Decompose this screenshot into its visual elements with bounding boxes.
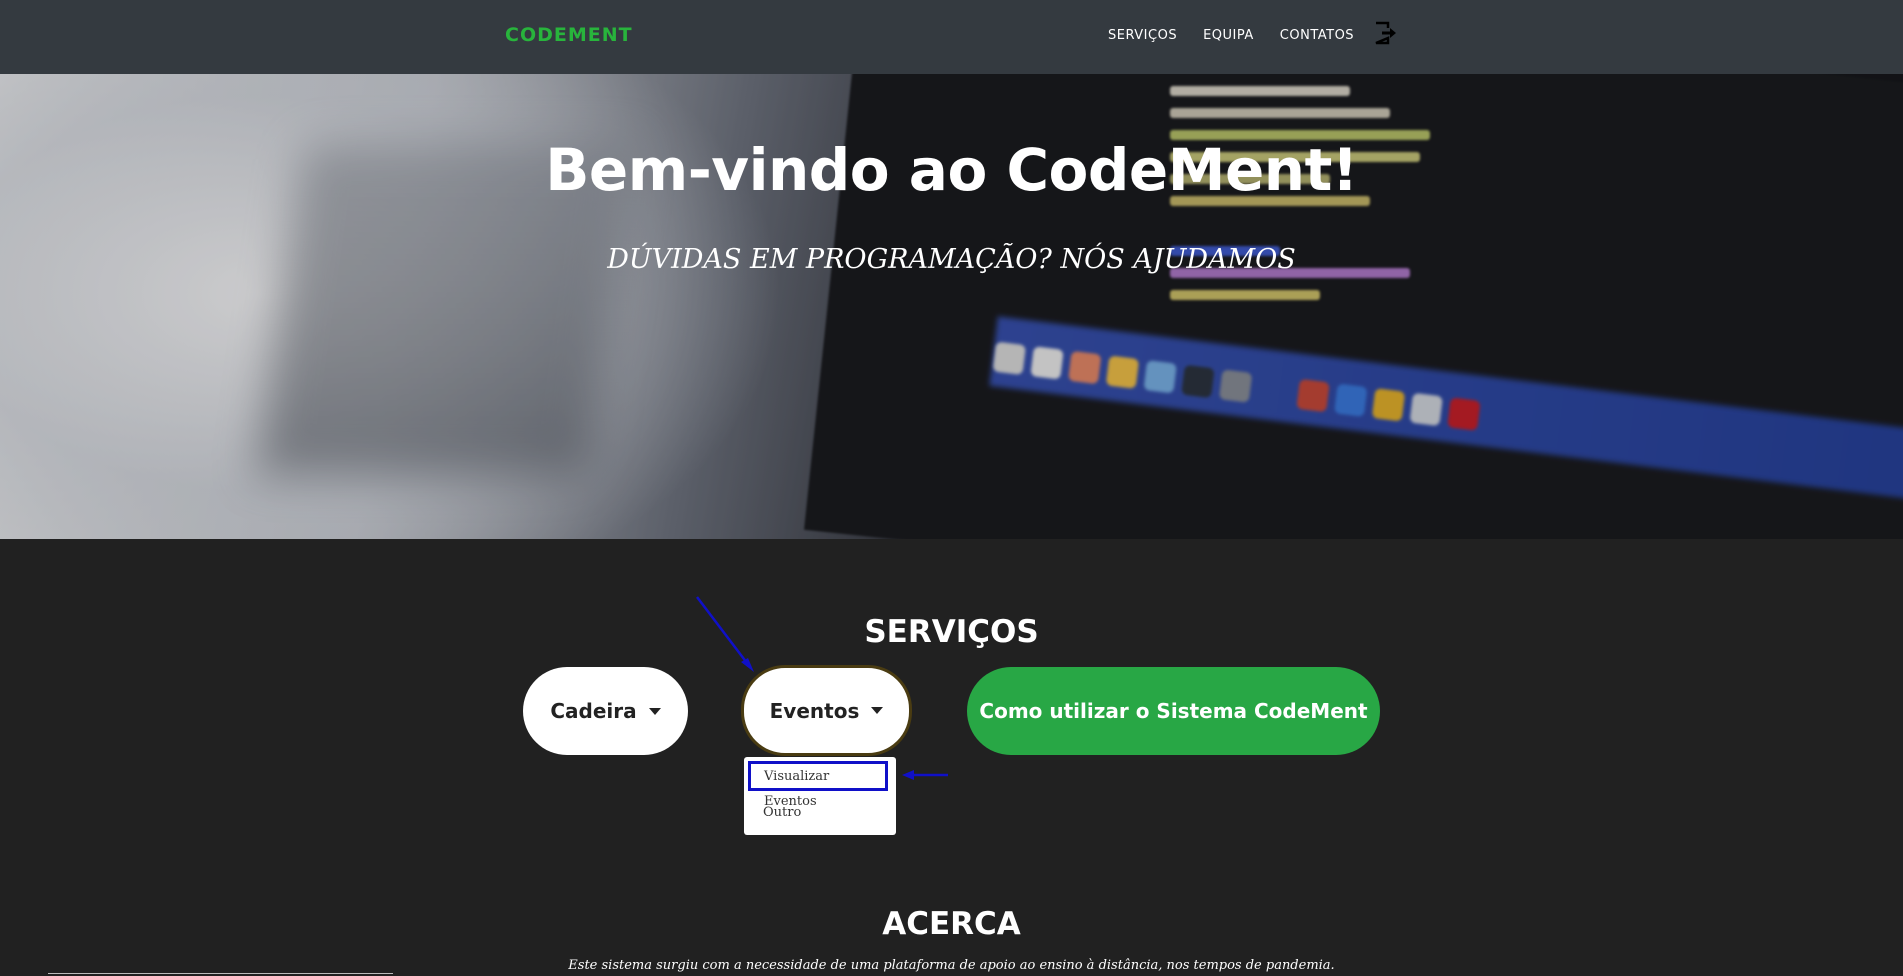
cadeira-dropdown-button[interactable]: Cadeira bbox=[523, 667, 688, 755]
about-text: Este sistema surgiu com a necessidade de… bbox=[568, 958, 1335, 973]
divider-line bbox=[48, 973, 393, 974]
nav-link-contatos[interactable]: CONTATOS bbox=[1280, 28, 1354, 43]
dropdown-item-visualizar-eventos[interactable]: Visualizar Eventos bbox=[748, 761, 888, 809]
eventos-dropdown-menu: Visualizar Eventos Outro bbox=[744, 757, 896, 835]
caret-down-icon bbox=[648, 707, 661, 715]
sign-out-icon[interactable] bbox=[1373, 20, 1399, 46]
guide-button[interactable]: Como utilizar o Sistema CodeMent bbox=[967, 667, 1380, 755]
nav-links: SERVIÇOS EQUIPA CONTATOS bbox=[1108, 28, 1354, 43]
dropdown-item-outro[interactable]: Outro bbox=[744, 805, 915, 820]
eventos-dropdown-button[interactable]: Eventos bbox=[741, 665, 912, 756]
nav-link-servicos[interactable]: SERVIÇOS bbox=[1108, 28, 1177, 43]
annotation-arrowhead-horizontal bbox=[902, 770, 914, 780]
annotation-arrowhead-diagonal bbox=[741, 658, 754, 672]
cadeira-button-label: Cadeira bbox=[550, 699, 637, 723]
hero-subtitle: DÚVIDAS EM PROGRAMAÇÃO? NÓS AJUDAMOS bbox=[607, 244, 1296, 275]
hero-title: Bem-vindo ao CodeMent! bbox=[545, 136, 1358, 204]
eventos-button-label: Eventos bbox=[769, 698, 860, 723]
caret-down-icon bbox=[871, 707, 884, 714]
top-navbar: CODEMENT SERVIÇOS EQUIPA CONTATOS bbox=[0, 0, 1903, 74]
about-title: ACERCA bbox=[882, 906, 1021, 942]
brand-logo[interactable]: CODEMENT bbox=[505, 24, 633, 46]
nav-link-equipa[interactable]: EQUIPA bbox=[1203, 28, 1254, 43]
services-title: SERVIÇOS bbox=[864, 614, 1039, 650]
